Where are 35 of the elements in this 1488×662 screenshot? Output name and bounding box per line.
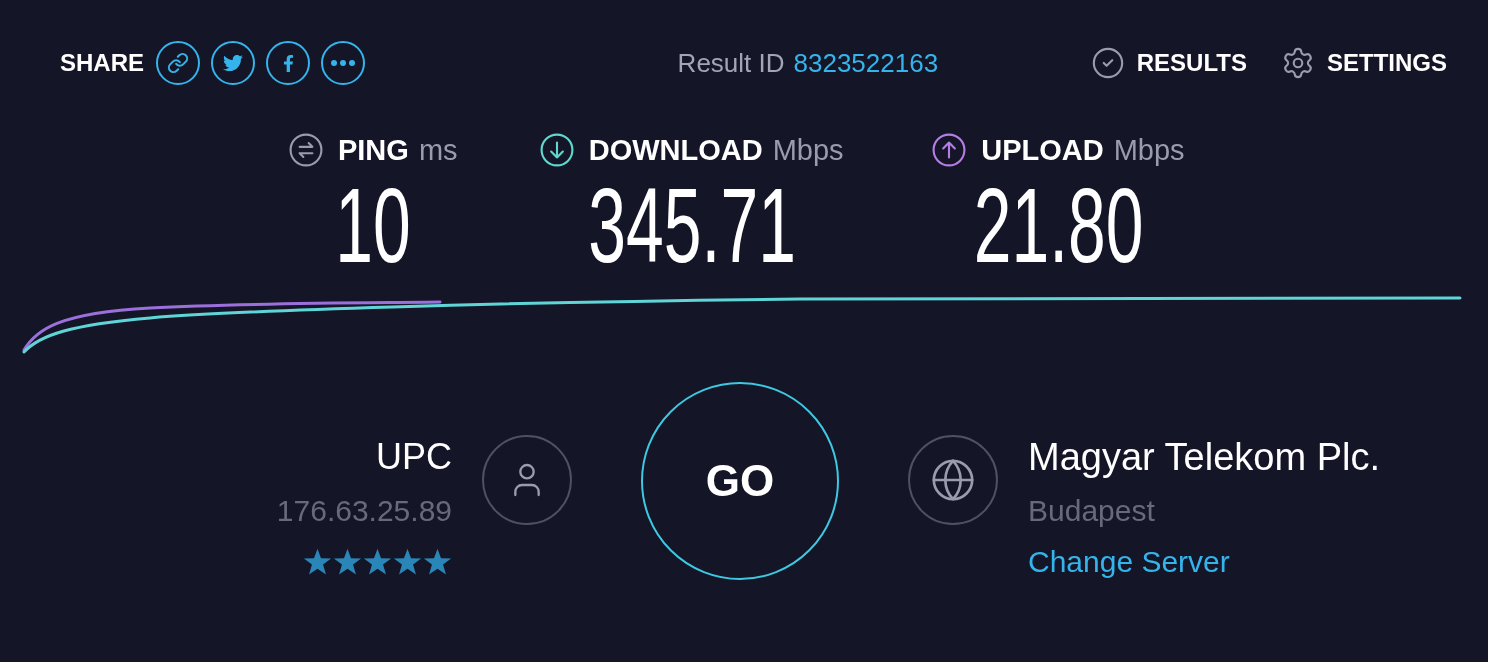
metric-value: 21.80 [973,172,1144,278]
server-name: Magyar Telekom Plc. [1028,435,1380,479]
metric-value: 345.71 [587,172,796,278]
share-label: SHARE [60,51,144,75]
star-icon [303,548,332,576]
change-server-link[interactable]: Change Server [1028,544,1230,580]
settings-button[interactable]: SETTINGS [1280,46,1447,80]
star-icon [423,548,452,576]
metric-unit: Mbps [1113,135,1185,165]
metric-unit: ms [418,135,458,165]
go-button[interactable]: GO [641,382,839,580]
share-facebook-button[interactable] [266,41,310,85]
metric-label: UPLOAD [981,135,1104,165]
result-id-value[interactable]: 8323522163 [793,50,939,76]
share-link-button[interactable] [156,41,200,85]
star-icon [363,548,392,576]
results-button[interactable]: RESULTS [1090,46,1247,80]
check-circle-icon [1090,46,1125,80]
isp-name: UPC [376,437,452,477]
dots-icon [331,60,355,66]
link-icon [167,52,189,74]
bird-icon [223,53,243,73]
metric-label: PING [337,135,409,165]
metric-value: 10 [335,172,411,278]
metric-label: DOWNLOAD [588,135,763,165]
user-icon [482,435,572,525]
more-options-button[interactable] [321,41,365,85]
result-id-label: Result ID [677,50,785,76]
server-location: Budapest [1028,493,1155,529]
globe-icon [908,435,998,525]
metric-unit: Mbps [772,135,844,165]
ip-address: 176.63.25.89 [276,493,452,529]
share-twitter-button[interactable] [211,41,255,85]
star-icon [333,548,362,576]
star-icon [393,548,422,576]
